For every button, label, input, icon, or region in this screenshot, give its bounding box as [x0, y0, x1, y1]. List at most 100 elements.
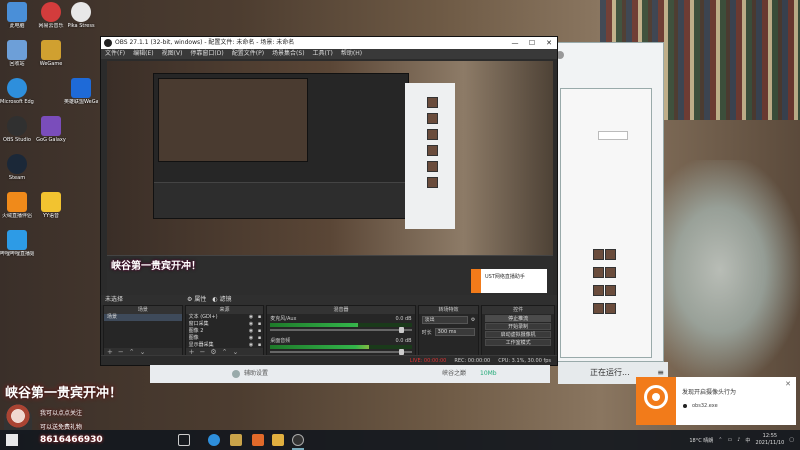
volume-slider[interactable]: [270, 349, 412, 355]
start-recording-button[interactable]: 开始录制: [485, 323, 551, 330]
obs-icon: [7, 116, 27, 136]
menu-view[interactable]: 视图(V): [162, 49, 183, 59]
virtual-camera-button[interactable]: 启动虚拟摄像机: [485, 331, 551, 338]
lock-icon[interactable]: ▪: [258, 321, 261, 328]
desktop-icon[interactable]: 哔哩哔哩直播姬: [0, 230, 34, 257]
menu-help[interactable]: 帮助(H): [341, 49, 362, 59]
obs-menu-bar: 文件(F) 编辑(E) 视图(V) 停靠窗口(D) 配置文件(P) 场景集合(S…: [101, 49, 557, 59]
system-tray: 18°C 晴朗 ⌃ ▭ ♪ 中 12:55 2021/11/10 ▢: [689, 432, 794, 448]
minimize-icon[interactable]: —: [507, 37, 523, 49]
visibility-eye-icon[interactable]: ◉: [249, 335, 253, 342]
obs-title-bar[interactable]: OBS 27.1.1 (32-bit, windows) - 配置文件: 未命名…: [101, 37, 557, 49]
source-item[interactable]: 窗口采集 ◉ ▪: [186, 321, 264, 328]
galaxy-icon: [41, 116, 61, 136]
task-view-icon[interactable]: [178, 434, 190, 446]
mixer-track: 麦克风/Aux 0.0 dB: [267, 314, 414, 336]
lock-icon[interactable]: ▪: [258, 314, 261, 321]
duration-label: 时长: [421, 329, 432, 336]
visibility-eye-icon[interactable]: ◉: [249, 321, 253, 328]
notification-center-icon[interactable]: ▢: [789, 437, 794, 443]
desktop-icon[interactable]: 火绒直播伴侣: [0, 192, 34, 219]
visibility-eye-icon[interactable]: ◉: [249, 328, 253, 335]
tray-arrow-icon[interactable]: ⌃: [718, 437, 722, 443]
menu-tools[interactable]: 工具(T): [313, 49, 333, 59]
close-icon[interactable]: ✕: [541, 37, 557, 49]
transitions-dock-title: 转场特效: [418, 306, 479, 314]
track-name: 桌面音频: [270, 338, 291, 344]
visibility-eye-icon[interactable]: ◉: [249, 314, 253, 321]
avatar: [427, 161, 438, 172]
background-app-panel: [560, 88, 652, 358]
desktop-icon[interactable]: YY语音: [34, 192, 68, 219]
desktop-icon[interactable]: OBS Studio: [0, 116, 34, 143]
overlay-title: 峡谷第一贵宾开冲！: [5, 386, 123, 401]
source-item[interactable]: 文本 (GDI+) ◉ ▪: [186, 314, 264, 321]
maximize-icon[interactable]: ☐: [524, 37, 540, 49]
desktop-icon[interactable]: WeGame: [34, 40, 68, 67]
desktop-icon[interactable]: GoG Galaxy: [34, 116, 68, 143]
menu-docks[interactable]: 停靠窗口(D): [190, 49, 223, 59]
studio-mode-button[interactable]: 工作室模式: [485, 339, 551, 346]
camera-notification-toast[interactable]: 发现开启摄像头行为 obs32.exe ✕: [636, 377, 796, 425]
clock[interactable]: 12:55 2021/11/10: [755, 433, 784, 447]
menu-scene-collection[interactable]: 场景集合(S): [272, 49, 305, 59]
source-item[interactable]: 图像 ◉ ▪: [186, 335, 264, 342]
netease-music-icon: [41, 2, 61, 22]
network-icon[interactable]: ▭: [727, 437, 732, 443]
folder-icon[interactable]: [272, 434, 284, 446]
desktop-icon[interactable]: Pika Stress: [64, 2, 98, 29]
properties-button[interactable]: ⚙ 属性: [187, 295, 206, 305]
taskbar-search[interactable]: 8616466930: [40, 433, 168, 447]
toast-title: 发现开启摄像头行为: [682, 389, 737, 396]
menu-profile[interactable]: 配置文件(P): [232, 49, 264, 59]
avatar: [593, 285, 604, 296]
live-status: LIVE: 00:00:00: [409, 358, 447, 364]
menu-edit[interactable]: 编辑(E): [133, 49, 153, 59]
nested-dock: [154, 182, 408, 218]
obs-window[interactable]: OBS 27.1.1 (32-bit, windows) - 配置文件: 未命名…: [100, 36, 558, 366]
transition-select[interactable]: 淡出: [421, 316, 468, 324]
duration-input[interactable]: 300 ms: [434, 328, 476, 336]
start-icon[interactable]: [6, 434, 18, 446]
menu-file[interactable]: 文件(F): [105, 49, 125, 59]
ime-indicator[interactable]: 中: [745, 437, 750, 444]
tab-button[interactable]: [598, 131, 628, 140]
lock-icon[interactable]: ▪: [258, 335, 261, 342]
desktop-icon[interactable]: 回收站: [0, 40, 34, 67]
desktop-icon[interactable]: 此电脑: [0, 2, 34, 29]
volume-icon[interactable]: ♪: [737, 437, 740, 443]
rec-status: REC: 00:00:00: [454, 358, 491, 364]
track-db: 0.0 dB: [395, 338, 412, 344]
volume-slider[interactable]: [270, 327, 412, 333]
desktop-icon[interactable]: Microsoft Edge: [0, 78, 34, 105]
recycle-bin-icon: [7, 40, 27, 60]
clock-time: 12:55: [762, 433, 778, 439]
filters-button[interactable]: ◐ 滤镜: [212, 295, 231, 305]
audio-meter: [270, 345, 412, 349]
transition-settings-icon[interactable]: ⚙: [471, 317, 475, 323]
weather-text[interactable]: 18°C 晴朗: [689, 437, 713, 444]
league-client-icon[interactable]: [230, 434, 242, 446]
desktop-icon[interactable]: 英雄联盟WeGame版: [64, 78, 98, 105]
controls-dock-title: 控件: [482, 306, 554, 314]
edge-icon[interactable]: [208, 434, 220, 446]
stop-streaming-button[interactable]: 停止推流: [485, 315, 551, 322]
desktop-icon[interactable]: Steam: [0, 154, 34, 181]
avatar: [427, 177, 438, 188]
scene-item[interactable]: 场景: [104, 314, 182, 321]
avatar: [427, 129, 438, 140]
nested-obs-preview: [153, 73, 409, 219]
status-bar: LIVE: 00:00:00 REC: 00:00:00 CPU: 3.1%, …: [101, 355, 557, 365]
assist-settings-link[interactable]: 辅助设置: [244, 365, 268, 383]
lock-icon[interactable]: ▪: [258, 328, 261, 335]
desktop-icon[interactable]: 网易云音乐: [34, 2, 68, 29]
source-item[interactable]: 图像 2 ◉ ▪: [186, 328, 264, 335]
close-icon[interactable]: ✕: [785, 380, 791, 388]
slider-handle[interactable]: [398, 327, 404, 333]
sources-dock-title: 来源: [185, 306, 264, 314]
wegame-icon[interactable]: [252, 434, 264, 446]
audio-meter: [270, 323, 412, 327]
cpu-status: CPU: 3.1%, 30.00 fps: [498, 358, 551, 364]
preview-canvas[interactable]: 峡谷第一贵宾开冲！ UST网络直播助手: [107, 61, 553, 295]
obs-icon[interactable]: [292, 434, 304, 446]
